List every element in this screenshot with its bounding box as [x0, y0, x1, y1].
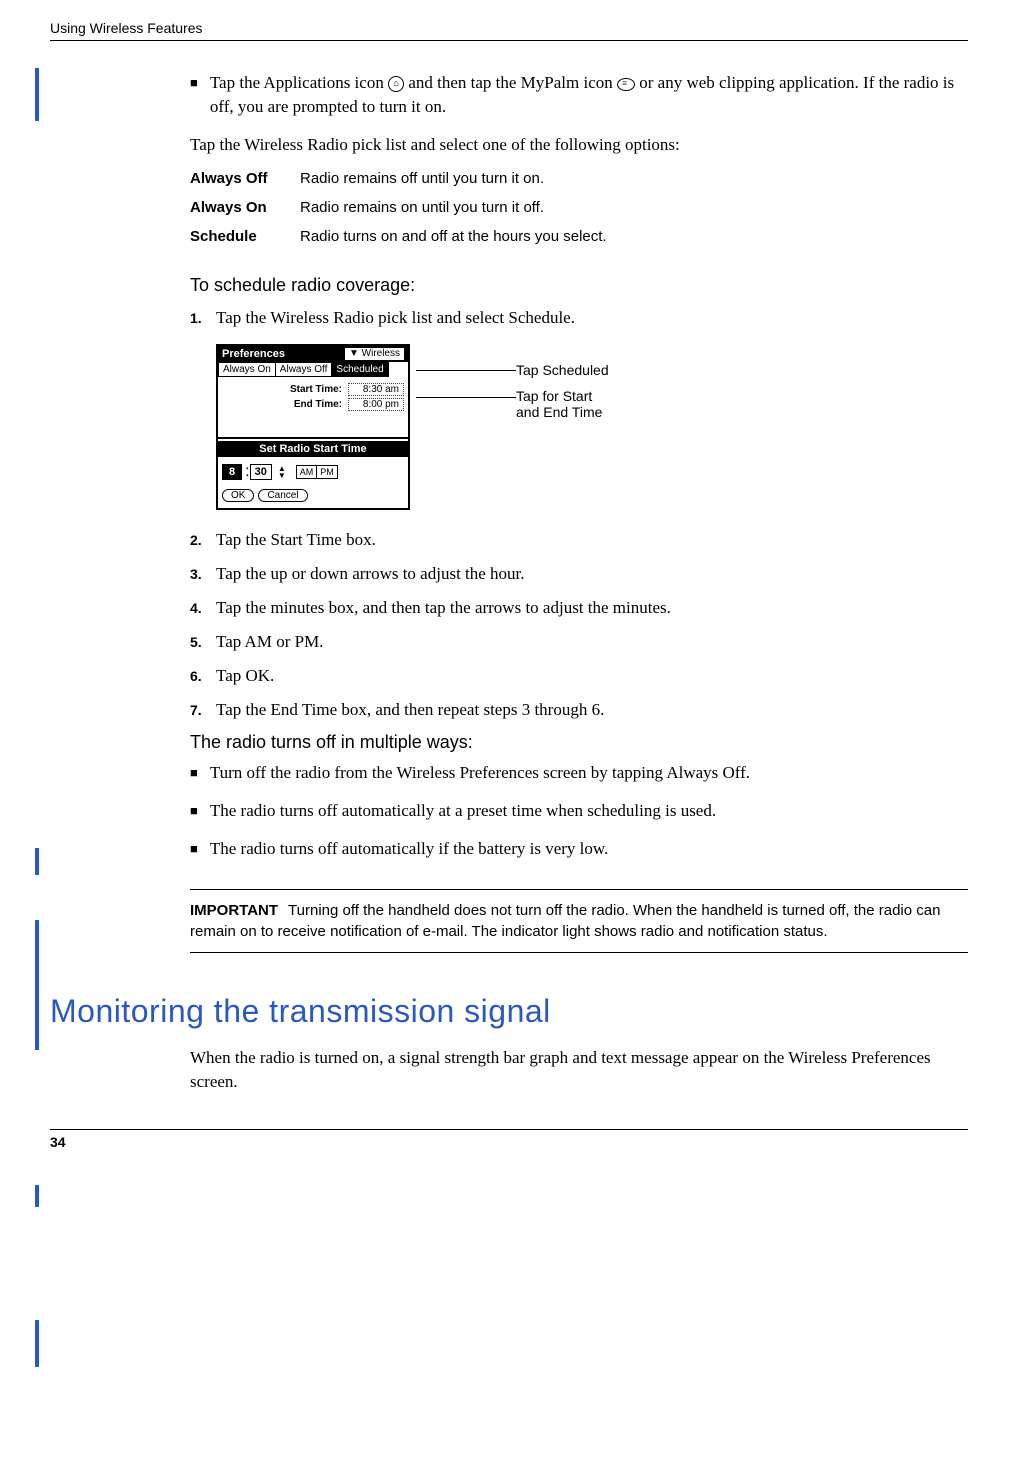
palm-picklist: ▼ Wireless	[345, 348, 404, 360]
step-text: Tap AM or PM.	[216, 630, 323, 654]
change-bar	[35, 68, 39, 121]
options-table: Always Off Radio remains off until you t…	[190, 170, 968, 245]
bullet-icon: ■	[190, 799, 198, 823]
bullet-text: The radio turns off automatically at a p…	[210, 799, 716, 823]
palm-start-value: 8:30 am	[348, 383, 404, 396]
change-bar	[35, 920, 39, 1050]
change-bar	[35, 1320, 39, 1367]
important-label: IMPORTANT	[190, 902, 278, 919]
step-number: 5.	[190, 630, 216, 654]
bullet-icon: ■	[190, 837, 198, 861]
palm-tab-always-on: Always On	[218, 362, 276, 377]
step-text: Tap OK.	[216, 664, 274, 688]
def-desc: Radio turns on and off at the hours you …	[300, 228, 607, 245]
page-number: 34	[50, 1134, 66, 1150]
step-text: Tap the End Time box, and then repeat st…	[216, 698, 604, 722]
intro-bullet-text: Tap the Applications icon ⌂ and then tap…	[210, 71, 968, 119]
def-desc: Radio remains on until you turn it off.	[300, 199, 544, 216]
bullet-text: The radio turns off automatically if the…	[210, 837, 608, 861]
important-text: Turning off the handheld does not turn o…	[190, 902, 940, 940]
palm-hour: 8	[222, 464, 242, 480]
palm-cancel-button: Cancel	[258, 489, 307, 502]
def-term: Schedule	[190, 228, 300, 245]
bullet-text: Turn off the radio from the Wireless Pre…	[210, 761, 750, 785]
change-bar	[35, 1185, 39, 1207]
step-text: Tap the Wireless Radio pick list and sel…	[216, 306, 575, 330]
running-head: Using Wireless Features	[50, 20, 203, 36]
intro-part1: Tap the Applications icon	[210, 73, 388, 92]
page-footer: 34	[50, 1129, 968, 1150]
step-number: 3.	[190, 562, 216, 586]
def-term: Always Off	[190, 170, 300, 187]
callout-times-line2: and End Time	[516, 404, 602, 420]
step-number: 2.	[190, 528, 216, 552]
step-number: 1.	[190, 306, 216, 330]
applications-icon: ⌂	[388, 76, 404, 92]
palm-arrows-icon: ▲▼	[278, 465, 286, 479]
intro-part2: and then tap the MyPalm icon	[408, 73, 617, 92]
palm-minutes: 30	[250, 464, 272, 480]
important-note: IMPORTANTTurning off the handheld does n…	[190, 889, 968, 953]
palm-popup-title: Set Radio Start Time	[218, 441, 408, 457]
step-text: Tap the minutes box, and then tap the ar…	[216, 596, 671, 620]
mypalm-icon	[617, 78, 635, 91]
step-number: 4.	[190, 596, 216, 620]
figure-preferences: Preferences ▼ Wireless Always On Always …	[216, 344, 968, 510]
palm-end-value: 8:00 pm	[348, 398, 404, 411]
palm-end-label: End Time:	[294, 399, 342, 410]
subhead-schedule: To schedule radio coverage:	[190, 275, 968, 296]
section-para: When the radio is turned on, a signal st…	[190, 1046, 968, 1094]
change-bar	[35, 848, 39, 875]
step-number: 7.	[190, 698, 216, 722]
palm-ok-button: OK	[222, 489, 254, 502]
palm-screenshot: Preferences ▼ Wireless Always On Always …	[216, 344, 410, 510]
subhead-radio-off: The radio turns off in multiple ways:	[190, 732, 968, 753]
palm-pm: PM	[316, 465, 338, 479]
picklist-para: Tap the Wireless Radio pick list and sel…	[190, 133, 968, 157]
callout-times-line1: Tap for Start	[516, 388, 602, 404]
palm-am: AM	[296, 465, 318, 479]
section-heading: Monitoring the transmission signal	[50, 993, 968, 1030]
bullet-icon: ■	[190, 761, 198, 785]
palm-tab-scheduled: Scheduled	[331, 362, 388, 377]
step-number: 6.	[190, 664, 216, 688]
palm-tab-always-off: Always Off	[275, 362, 333, 377]
callout-scheduled: Tap Scheduled	[516, 362, 609, 378]
def-desc: Radio remains off until you turn it on.	[300, 170, 544, 187]
palm-title: Preferences	[222, 348, 285, 360]
palm-start-label: Start Time:	[290, 384, 342, 395]
def-term: Always On	[190, 199, 300, 216]
step-text: Tap the Start Time box.	[216, 528, 376, 552]
bullet-icon: ■	[190, 71, 198, 119]
step-text: Tap the up or down arrows to adjust the …	[216, 562, 525, 586]
